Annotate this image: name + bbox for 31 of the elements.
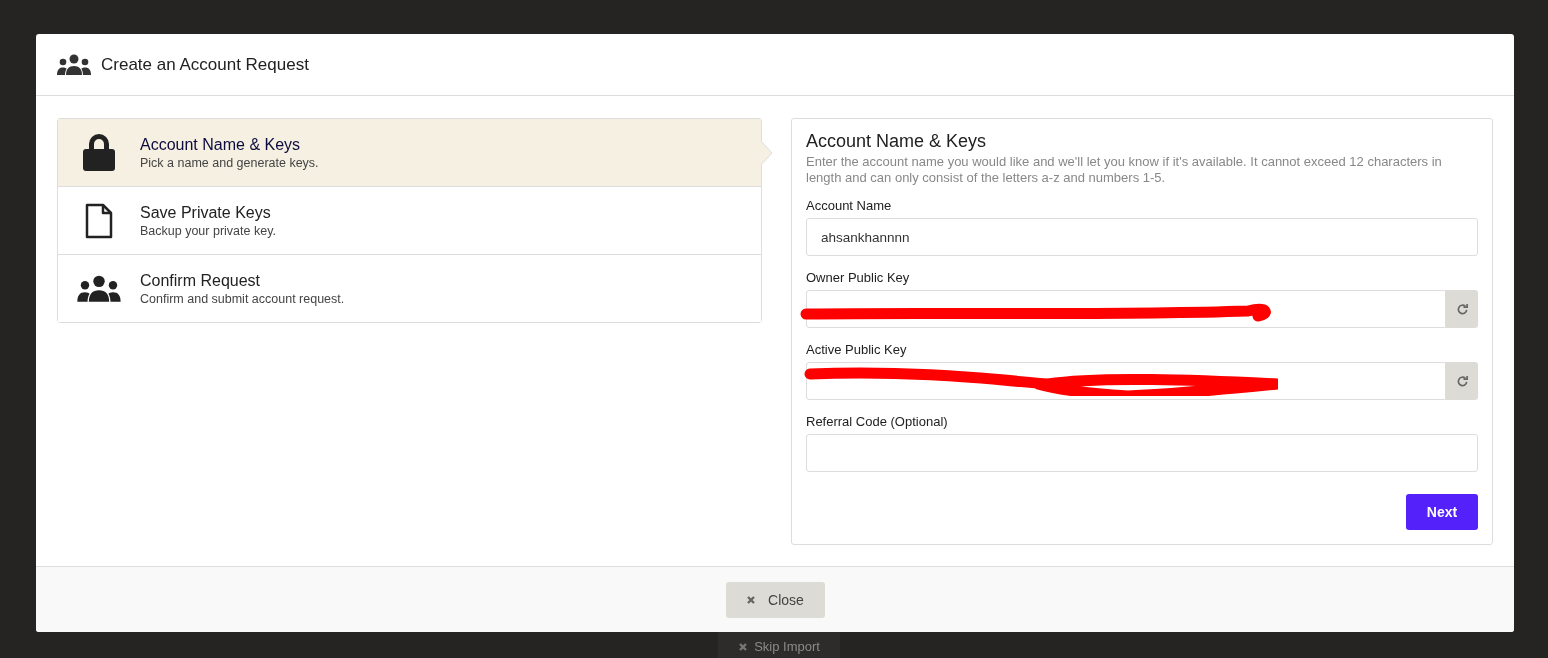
step-title: Confirm Request bbox=[140, 271, 262, 290]
step-subtitle: Backup your private key. bbox=[140, 223, 276, 238]
close-button[interactable]: Close bbox=[725, 581, 825, 618]
input-field[interactable]: ahsankhannnn bbox=[806, 218, 1478, 256]
field-label: Owner Public Key bbox=[806, 270, 911, 285]
step-item[interactable]: Confirm Request Confirm and submit account request. bbox=[58, 254, 761, 322]
dialog-title: Create an Account Request bbox=[101, 54, 309, 75]
field-label: Referral Code (Optional) bbox=[806, 414, 949, 429]
form-heading: Account Name & Keys bbox=[806, 131, 988, 152]
step-title: Account Name & Keys bbox=[140, 135, 302, 154]
users-icon bbox=[57, 53, 91, 76]
key-field[interactable] bbox=[806, 362, 1446, 400]
field-label: Active Public Key bbox=[806, 342, 908, 357]
document-icon bbox=[85, 202, 113, 239]
step-subtitle: Confirm and submit account request. bbox=[140, 291, 345, 306]
lock-icon bbox=[83, 134, 115, 171]
close-icon bbox=[738, 641, 749, 652]
key-field[interactable] bbox=[806, 290, 1446, 328]
close-icon bbox=[746, 594, 757, 605]
step-subtitle: Pick a name and generate keys. bbox=[140, 155, 319, 170]
field-label: Account Name bbox=[806, 198, 893, 213]
refresh-icon bbox=[1455, 302, 1469, 316]
next-button[interactable]: Next bbox=[1406, 494, 1478, 530]
step-item[interactable]: Account Name & Keys Pick a name and generate keys. bbox=[58, 119, 761, 186]
refresh-icon bbox=[1455, 374, 1469, 388]
users-icon bbox=[77, 274, 121, 303]
refresh-button[interactable] bbox=[1446, 290, 1478, 328]
step-title: Save Private Keys bbox=[140, 203, 272, 222]
refresh-button[interactable] bbox=[1446, 362, 1478, 400]
form-description: Enter the account name you would like and we'll let you know if it's available. It cannot exceed 12 characters in length and can only consist of the letters a-z and numbers 1-5. bbox=[806, 154, 1443, 186]
input-field[interactable] bbox=[806, 434, 1478, 472]
